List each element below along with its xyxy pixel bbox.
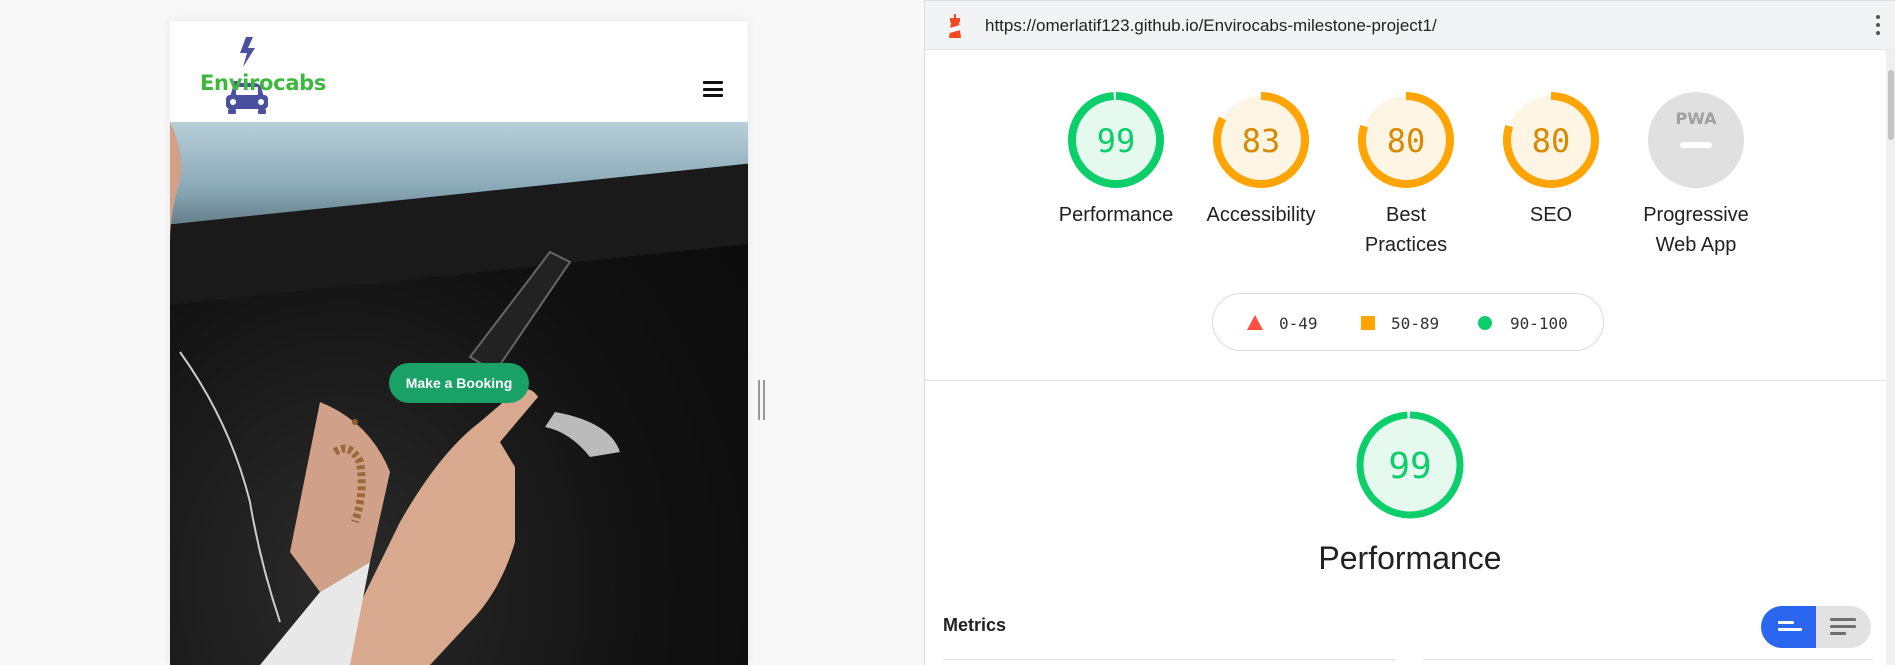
metric-row-divider	[1423, 659, 1873, 660]
gauge-pwa[interactable]: PWA Progressive Web App	[1631, 90, 1761, 260]
hero-image: Make a Booking	[170, 122, 748, 665]
gauge-score: 99	[1097, 122, 1136, 160]
gauge-ring: 83	[1213, 92, 1309, 188]
site-logo[interactable]: Envirocabs	[200, 37, 327, 115]
gauge-label: Progressive Web App	[1631, 200, 1761, 260]
report-url[interactable]: https://omerlatif123.github.io/Envirocab…	[985, 16, 1437, 36]
gauge-seo[interactable]: 80 SEO	[1486, 90, 1616, 230]
circle-icon	[1478, 316, 1492, 330]
brand-name: Envirocabs	[200, 71, 327, 95]
gauge-ring: 80	[1358, 92, 1454, 188]
gauge-label-line2: Practices	[1364, 234, 1448, 256]
gauge-label: Performance	[1058, 204, 1174, 226]
metrics-heading: Metrics	[943, 615, 1007, 635]
gauge-label-line1: Progressive	[1643, 204, 1749, 226]
gauge-performance[interactable]: 99 Performance	[1051, 90, 1181, 230]
gauge-score: 83	[1242, 122, 1281, 160]
make-booking-button[interactable]: Make a Booking	[389, 363, 529, 403]
report-url-bar: https://omerlatif123.github.io/Envirocab…	[925, 0, 1895, 50]
performance-gauge-large: 99	[1356, 411, 1464, 519]
metrics-view-toggle	[1761, 606, 1871, 648]
viewport-resize-handle[interactable]	[758, 380, 766, 420]
gauge-label-line2: Web App	[1655, 234, 1737, 256]
gauge-label: Best Practices	[1341, 200, 1471, 260]
scrollbar-thumb[interactable]	[1888, 70, 1894, 140]
legend-range-pass: 90-100	[1510, 314, 1568, 333]
expanded-view-button[interactable]	[1816, 606, 1871, 648]
score-legend: 0-49 50-89 90-100	[1212, 293, 1604, 351]
square-icon	[1361, 316, 1375, 330]
gauge-ring: 99	[1068, 92, 1164, 188]
lighthouse-report: https://omerlatif123.github.io/Envirocab…	[924, 0, 1895, 665]
compact-view-button[interactable]	[1761, 606, 1816, 648]
metric-row-divider	[943, 659, 1395, 660]
legend-range-average: 50-89	[1391, 314, 1440, 333]
triangle-icon	[1247, 315, 1263, 330]
kebab-menu-icon[interactable]	[1875, 15, 1881, 39]
section-divider	[925, 380, 1886, 381]
pwa-badge-icon: PWA	[1648, 92, 1744, 188]
device-preview-area: Envirocabs Make a Booking	[0, 0, 924, 665]
hamburger-menu-icon[interactable]	[703, 81, 723, 97]
gauge-best-practices[interactable]: 80 Best Practices	[1341, 90, 1471, 260]
lighthouse-icon	[949, 14, 961, 38]
performance-score: 99	[1388, 446, 1431, 487]
lightning-icon	[240, 37, 255, 67]
gauge-accessibility[interactable]: 83 Accessibility	[1196, 90, 1326, 230]
performance-title: Performance	[1318, 540, 1502, 576]
gauge-score: 80	[1387, 122, 1426, 160]
mobile-viewport: Envirocabs Make a Booking	[170, 21, 748, 665]
gauge-ring: 80	[1503, 92, 1599, 188]
pwa-badge-text: PWA	[1675, 109, 1717, 128]
site-navbar: Envirocabs	[170, 21, 748, 122]
gauge-label: SEO	[1529, 204, 1573, 226]
report-scrollbar[interactable]	[1886, 50, 1895, 665]
legend-range-fail: 0-49	[1279, 314, 1318, 333]
gauge-score: 80	[1532, 122, 1571, 160]
gauge-label-line1: Best	[1385, 204, 1427, 226]
gauge-label: Accessibility	[1206, 204, 1316, 226]
